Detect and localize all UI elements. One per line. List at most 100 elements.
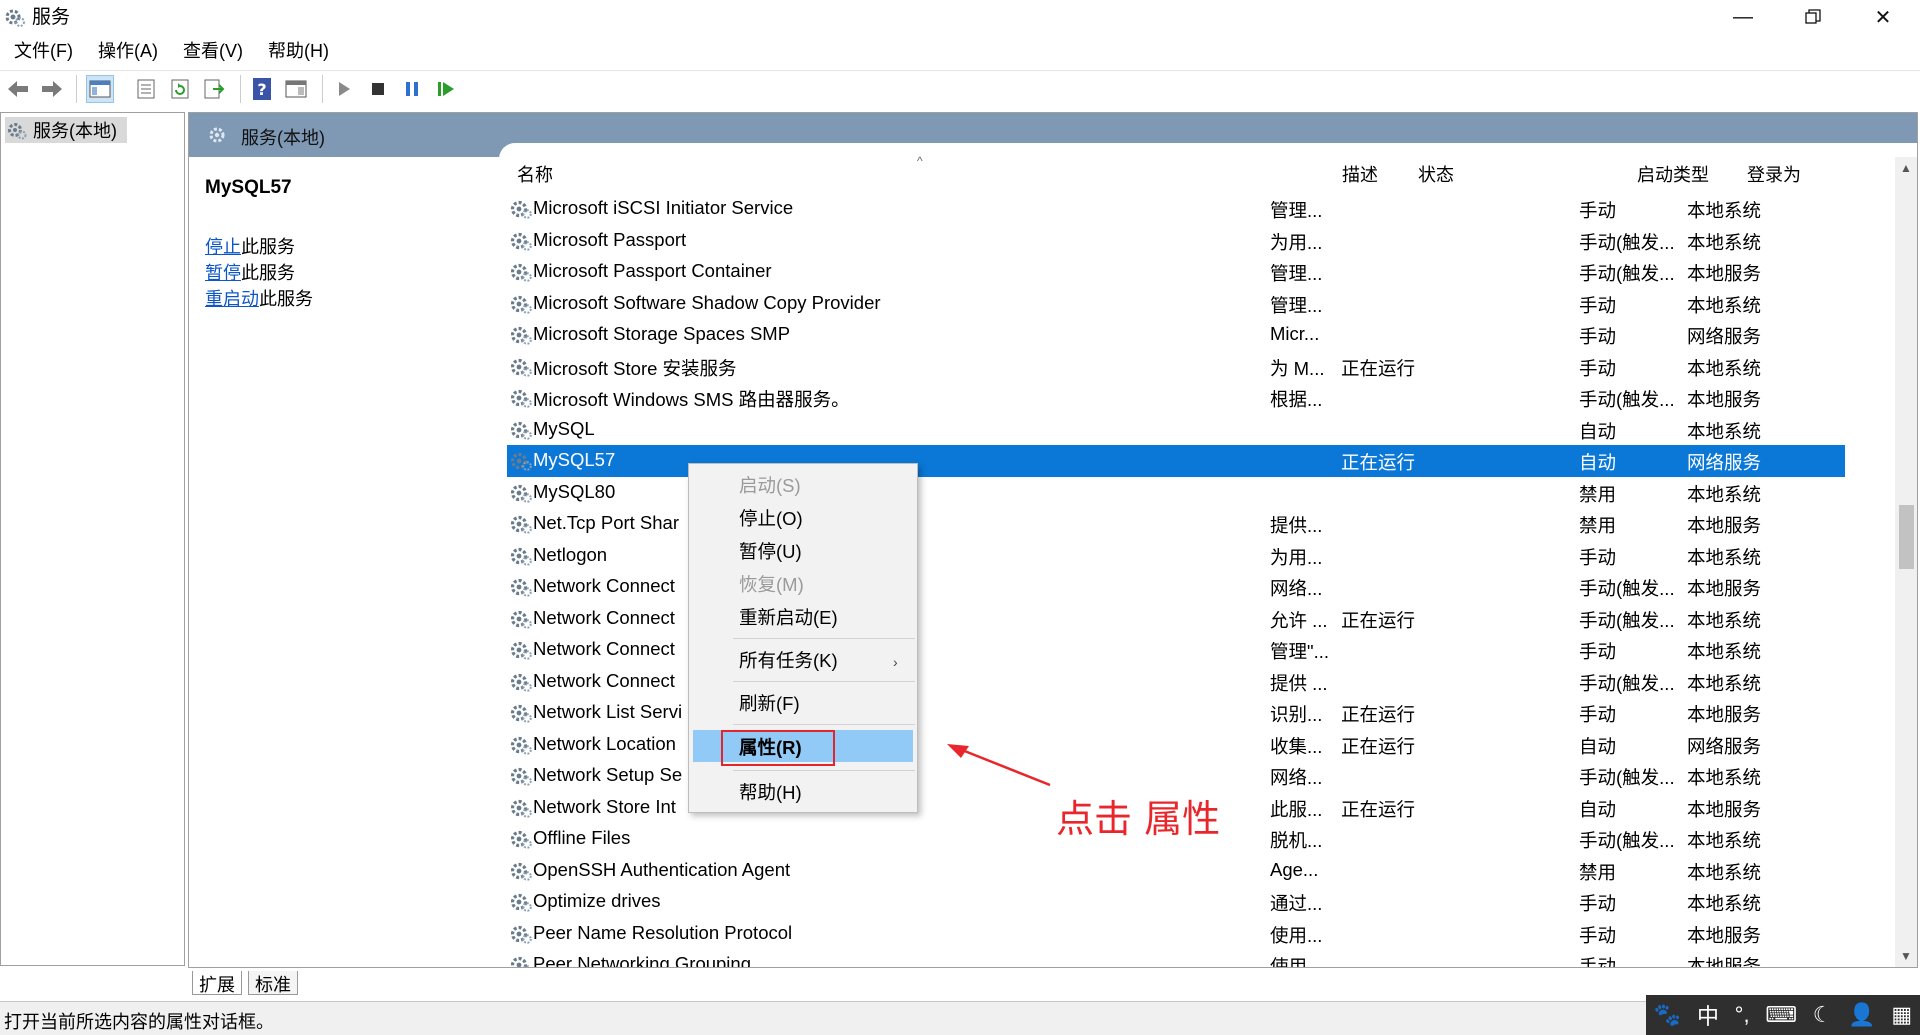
service-startup-type: 自动 <box>1579 420 1617 442</box>
play-icon <box>339 82 350 96</box>
menu-help[interactable]: 帮助(H) <box>254 38 340 66</box>
service-startup-type: 手动 <box>1579 704 1617 725</box>
show-console-tree-button[interactable] <box>86 75 114 103</box>
service-name: MySQL <box>533 417 595 439</box>
service-log-on-as: 本地系统 <box>1687 294 1762 316</box>
column-header-description[interactable]: 描述 <box>1342 161 1378 187</box>
export-list-button[interactable] <box>200 75 228 103</box>
service-gear-icon <box>509 198 533 220</box>
service-startup-type: 手动(触发... <box>1579 231 1675 253</box>
minimize-button[interactable]: — <box>1708 0 1778 34</box>
table-row[interactable]: Microsoft Storage Spaces SMP Micr... 手动 网络服… <box>507 319 1845 351</box>
menu-item-refresh[interactable]: 刷新(F) <box>739 690 800 716</box>
toolbar: ? <box>0 70 1920 106</box>
tab-extended[interactable]: 扩展 <box>192 971 242 995</box>
service-startup-type: 禁用 <box>1579 515 1617 536</box>
table-row[interactable]: Optimize drives 通过... 手动 本地系统 <box>507 886 1845 918</box>
restart-link[interactable]: 重启动 <box>205 289 259 309</box>
help-button[interactable]: ? <box>248 75 276 103</box>
menu-item-resume[interactable]: 恢复(M) <box>739 571 804 597</box>
service-name: MySQL80 <box>533 480 616 502</box>
service-status: 正在运行 <box>1341 609 1416 631</box>
forward-button[interactable] <box>38 75 66 103</box>
vertical-scrollbar[interactable]: ▲ ▼ <box>1895 157 1917 967</box>
service-gear-icon <box>509 324 533 346</box>
service-gear-icon <box>509 387 533 409</box>
action-text: 此服务 <box>241 237 295 257</box>
scroll-down-icon[interactable]: ▼ <box>1895 945 1917 967</box>
service-gear-icon <box>509 671 533 693</box>
ime-language[interactable]: 中 <box>1697 999 1719 1031</box>
table-row[interactable]: MySQL 自动 本地系统 <box>507 414 1845 446</box>
table-row[interactable]: Peer Name Resolution Protocol 使用... 手动 本地服务 <box>507 918 1845 950</box>
service-gear-icon <box>509 860 533 882</box>
menu-item-stop[interactable]: 停止(O) <box>739 505 803 531</box>
table-row[interactable]: Microsoft iSCSI Initiator Service 管理... 手动… <box>507 193 1845 225</box>
table-row[interactable]: Microsoft Passport Container 管理... 手动(触发..… <box>507 256 1845 288</box>
moon-icon[interactable]: ☾ <box>1813 1002 1833 1028</box>
menu-item-pause[interactable]: 暂停(U) <box>739 538 802 564</box>
stop-link[interactable]: 停止 <box>205 237 241 257</box>
stop-service-button[interactable] <box>364 75 392 103</box>
menu-view[interactable]: 查看(V) <box>169 38 254 66</box>
menu-file[interactable]: 文件(F) <box>0 38 84 66</box>
service-name: Net.Tcp Port Shar <box>533 512 680 533</box>
service-log-on-as: 本地系统 <box>1687 200 1762 221</box>
tree-item-services-local[interactable]: 服务(本地) <box>5 117 127 143</box>
service-description: 允许 ... <box>1270 609 1328 631</box>
start-service-button[interactable] <box>330 75 358 103</box>
table-row[interactable]: Microsoft Passport 为用... 手动(触发... 本地系统 <box>507 225 1845 257</box>
menu-action[interactable]: 操作(A) <box>84 38 169 66</box>
console-tree: 服务(本地) <box>0 112 185 966</box>
close-button[interactable]: ✕ <box>1848 0 1918 34</box>
pause-link[interactable]: 暂停 <box>205 263 241 283</box>
back-button[interactable] <box>4 75 32 103</box>
table-row[interactable]: Microsoft Store 安装服务 为 M... 正在运行 手动 本地系统 <box>507 351 1845 383</box>
punctuation-icon[interactable]: °, <box>1735 1002 1750 1028</box>
table-row[interactable]: Microsoft Software Shadow Copy Provider 管… <box>507 288 1845 320</box>
service-log-on-as: 本地服务 <box>1687 389 1762 410</box>
pause-service-action: 暂停此服务 <box>205 259 295 285</box>
service-name: Peer Networking Grouping <box>533 953 751 968</box>
column-header-startup-type[interactable]: 启动类型 <box>1637 161 1709 187</box>
service-log-on-as: 本地系统 <box>1687 420 1762 442</box>
service-startup-type: 手动(触发... <box>1579 389 1675 410</box>
table-row[interactable]: Peer Networking Grouping 使用... 手动 本地服务 <box>507 949 1845 968</box>
close-icon: ✕ <box>1874 6 1892 29</box>
properties-button[interactable] <box>132 75 160 103</box>
user-icon[interactable]: 👤 <box>1848 1002 1875 1028</box>
tab-standard[interactable]: 标准 <box>248 971 298 995</box>
menu-separator <box>733 724 915 725</box>
show-action-pane-button[interactable] <box>282 75 310 103</box>
menu-item-restart[interactable]: 重新启动(E) <box>739 604 838 630</box>
column-header-status[interactable]: 状态 <box>1418 161 1454 187</box>
paw-icon[interactable]: 🐾 <box>1654 1002 1681 1028</box>
service-startup-type: 手动(触发... <box>1579 830 1675 851</box>
service-log-on-as: 网络服务 <box>1687 326 1762 347</box>
table-row[interactable]: Microsoft Windows SMS 路由器服务。 根据... 手动(触发..… <box>507 382 1845 414</box>
menu-item-help[interactable]: 帮助(H) <box>739 779 802 805</box>
service-name: Network List Servi <box>533 701 683 722</box>
submenu-chevron-icon: › <box>893 654 898 670</box>
menu-item-all-tasks[interactable]: 所有任务(K) <box>739 647 838 673</box>
refresh-button[interactable] <box>166 75 194 103</box>
pause-service-button[interactable] <box>398 75 426 103</box>
keyboard-icon[interactable]: ⌨ <box>1765 1002 1797 1028</box>
menu-item-start[interactable]: 启动(S) <box>739 472 801 498</box>
service-status: 正在运行 <box>1341 735 1416 757</box>
resume-service-button[interactable] <box>432 75 460 103</box>
service-gear-icon <box>509 545 533 567</box>
grid-menu-icon[interactable]: ▦ <box>1891 1002 1912 1028</box>
scroll-thumb[interactable] <box>1899 505 1914 569</box>
scroll-up-icon[interactable]: ▲ <box>1895 157 1917 179</box>
table-row[interactable]: OpenSSH Authentication Agent Age... 禁用 本地系统 <box>507 855 1845 887</box>
service-startup-type: 自动 <box>1579 735 1617 757</box>
restore-button[interactable] <box>1778 0 1848 34</box>
column-header-name[interactable]: 名称 <box>517 161 553 187</box>
service-log-on-as: 本地系统 <box>1687 672 1762 694</box>
minimize-icon: — <box>1733 5 1753 28</box>
service-log-on-as: 本地服务 <box>1687 798 1762 820</box>
column-header-log-on-as[interactable]: 登录为 <box>1747 161 1801 187</box>
annotation-text: 点击 属性 <box>1056 797 1221 841</box>
service-startup-type: 手动(触发... <box>1579 578 1675 599</box>
